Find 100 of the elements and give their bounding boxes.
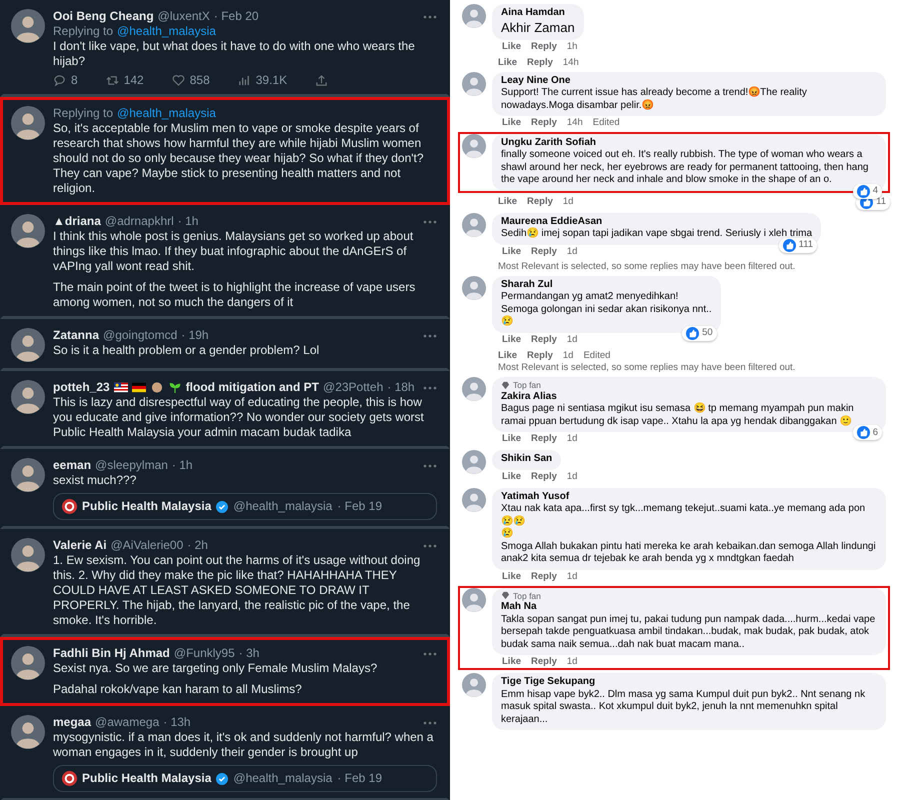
comment-action[interactable]: Like [498, 56, 518, 68]
avatar-icon [11, 538, 45, 572]
comment-action[interactable]: Reply [527, 196, 553, 208]
user-name: ▲driana [53, 214, 101, 229]
tweet-text: So is it a health problem or a gender problem? Lol [53, 343, 320, 358]
more-icon[interactable] [423, 386, 437, 390]
more-icon[interactable] [423, 720, 437, 724]
comment-action[interactable]: Like [502, 334, 522, 346]
comment-text: Support! The current issue has already become a trend!😡The reality nowadays.Moga disambar pelir.😡 [501, 87, 808, 112]
comment-action[interactable]: Like [502, 570, 522, 582]
tweet-text: I think this whole post is genius. Malaysians get so worked up about things like this lmao. If they buat infographic about the dAnGErS of vAPIng yall wont read shit. [53, 229, 414, 274]
heart-icon[interactable] [172, 74, 185, 87]
tweet-text: mysogynistic. if a man does it, it's ok and suddenly not harmful? when a woman engages in it, suddenly their gender is brought up [53, 730, 434, 760]
comment-meta: 1d [562, 350, 574, 362]
avatar-icon [62, 771, 77, 786]
user-handle: @adrnapkhrl [104, 214, 174, 229]
comment-meta: 14h [562, 56, 579, 68]
filter-note: Most Relevant is selected, so some replies may have been filtered out. [497, 362, 796, 374]
commenter-name: Ungku Zarith Sofiah [501, 136, 597, 150]
comment-meta: Edited [592, 117, 620, 129]
avatar-icon [462, 377, 486, 402]
comment-action[interactable]: Reply [531, 246, 557, 258]
avatar-icon [11, 715, 45, 749]
comment-meta: 1d [566, 246, 578, 258]
reaction-count[interactable]: 50 [682, 326, 717, 341]
comment-action[interactable]: Reply [531, 40, 557, 53]
more-icon[interactable] [423, 14, 437, 18]
flag-icon [114, 382, 128, 393]
more-icon[interactable] [423, 334, 437, 338]
comment-action[interactable]: Like [502, 470, 522, 483]
comment-meta: 1d [566, 656, 578, 668]
comment-action[interactable]: Reply [531, 433, 557, 446]
comment-action[interactable]: Reply [527, 350, 553, 362]
commenter-name: Shikin San [501, 453, 552, 466]
user-name: Fadhli Bin Hj Ahmad [53, 646, 170, 661]
stat-count: 858 [190, 73, 210, 88]
tweet-time: · Feb 19 [337, 771, 382, 786]
comment-meta: 1d [566, 570, 578, 582]
flag-icon [132, 382, 146, 393]
user-name: potteh_23 [53, 380, 110, 395]
user-name-suffix: flood mitigation and PT [186, 380, 320, 395]
user-handle: @health_malaysia [233, 499, 332, 514]
comment-action[interactable]: Like [502, 433, 522, 446]
comment-meta: 1d [562, 196, 574, 208]
commenter-name: Mah Na [501, 601, 538, 614]
verified-icon [216, 772, 228, 784]
avatar-icon [11, 646, 45, 680]
more-icon[interactable] [423, 652, 437, 656]
user-name: Public Health Malaysia [82, 499, 212, 514]
comment-meta: 1h [566, 40, 578, 53]
comment-action[interactable]: Reply [531, 117, 557, 129]
like-icon [856, 426, 870, 440]
replying-label: Replying to [53, 106, 114, 121]
reaction-count[interactable]: 4 [852, 184, 882, 199]
filter-note: Most Relevant is selected, so some replies may have been filtered out. [497, 260, 796, 273]
reaction-count[interactable]: 6 [852, 425, 882, 440]
tweet-time: · 1h [172, 458, 193, 473]
commenter-name: Sharah Zul [501, 278, 554, 292]
commenter-name: Tige Tige Sekupang [501, 676, 596, 688]
tweet-text: Sexist nya. So we are targeting only Female Muslim Malays? [53, 661, 378, 676]
avatar-icon [462, 588, 486, 612]
quoted-tweet[interactable]: Public Health Malaysia @health_malaysia · Feb 19 [53, 493, 437, 520]
reaction-count[interactable]: 111 [778, 238, 818, 253]
user-handle: @goingtomcd [103, 328, 178, 343]
comment-text: Sedih😢 imej sopan tapi jadikan vape sbgai trend. Seriusly i xleh trima [501, 228, 812, 240]
more-icon[interactable] [423, 220, 437, 224]
views-icon[interactable] [238, 74, 251, 87]
mention-link[interactable]: @health_malaysia [117, 24, 216, 39]
comment-action[interactable]: Like [502, 656, 522, 668]
user-handle: @Funkly95 [174, 646, 235, 661]
comment-action[interactable]: Reply [531, 656, 557, 668]
comment-action[interactable]: Like [502, 117, 522, 129]
more-icon[interactable] [423, 464, 437, 468]
reply-icon[interactable] [53, 74, 66, 87]
quoted-tweet[interactable]: Public Health Malaysia @health_malaysia · Feb 19 [53, 765, 437, 792]
avatar-icon [11, 458, 45, 492]
diamond-icon [501, 381, 510, 390]
comment-meta: 1d [566, 334, 578, 346]
share-icon[interactable] [315, 74, 328, 87]
seedling-icon [168, 382, 182, 393]
avatar-icon [462, 488, 486, 512]
user-name: eeman [53, 458, 92, 473]
user-name: megaa [53, 715, 92, 730]
comment-action[interactable]: Reply [531, 470, 557, 483]
comment-action[interactable]: Like [498, 196, 518, 208]
retweet-icon[interactable] [106, 74, 119, 87]
like-icon [782, 238, 796, 252]
comment-action[interactable]: Like [502, 246, 522, 258]
comment-action[interactable]: Reply [527, 56, 553, 68]
tweet-time: · 13h [163, 715, 191, 730]
avatar-icon [462, 673, 486, 697]
more-icon[interactable] [423, 544, 437, 548]
commenter-name: Leay Nine One [501, 74, 572, 87]
comment-action[interactable]: Reply [531, 334, 557, 346]
tweet-time: · 18h [387, 380, 415, 395]
mention-link[interactable]: @health_malaysia [117, 106, 216, 121]
comment-action[interactable]: Like [502, 40, 522, 53]
comment-action[interactable]: Reply [531, 570, 557, 582]
user-name: Ooi Beng Cheang [53, 9, 154, 24]
comment-action[interactable]: Like [498, 350, 518, 362]
